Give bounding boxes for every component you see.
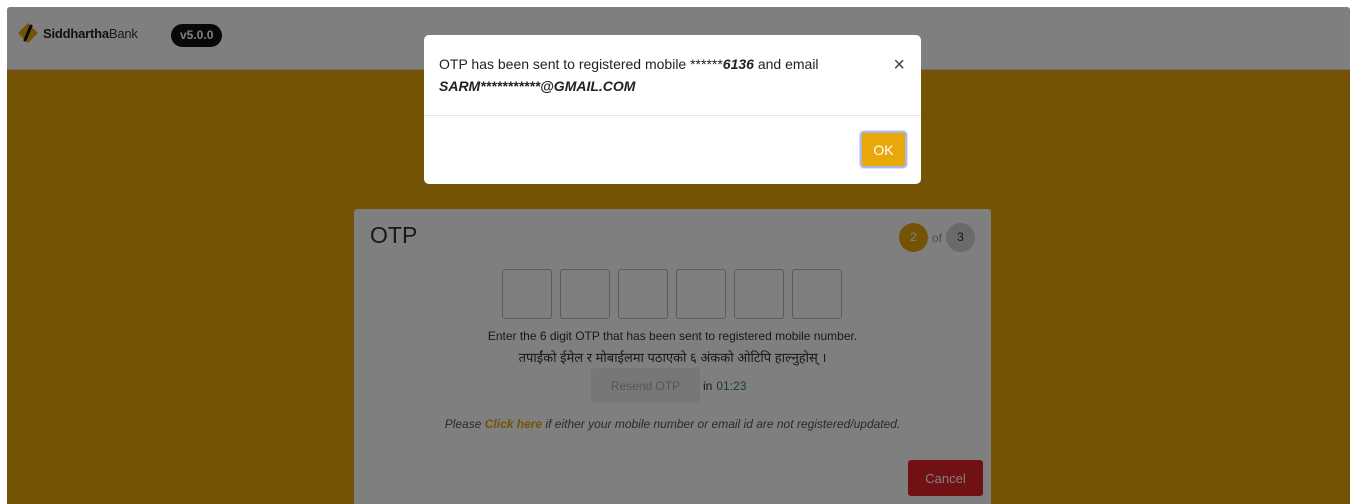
dialog-header: OTP has been sent to registered mobile *… bbox=[424, 35, 921, 116]
message-part-2: and email bbox=[757, 56, 819, 72]
masked-email: SARM***********@GMAIL.COM bbox=[439, 78, 636, 94]
close-icon[interactable]: × bbox=[893, 54, 905, 76]
ok-button[interactable]: OK bbox=[860, 131, 907, 168]
mobile-suffix: 6136 bbox=[722, 56, 754, 72]
otp-sent-dialog: OTP has been sent to registered mobile *… bbox=[424, 35, 921, 184]
message-part-1: OTP has been sent to registered mobile *… bbox=[439, 56, 723, 72]
dialog-message: OTP has been sent to registered mobile *… bbox=[439, 53, 869, 97]
